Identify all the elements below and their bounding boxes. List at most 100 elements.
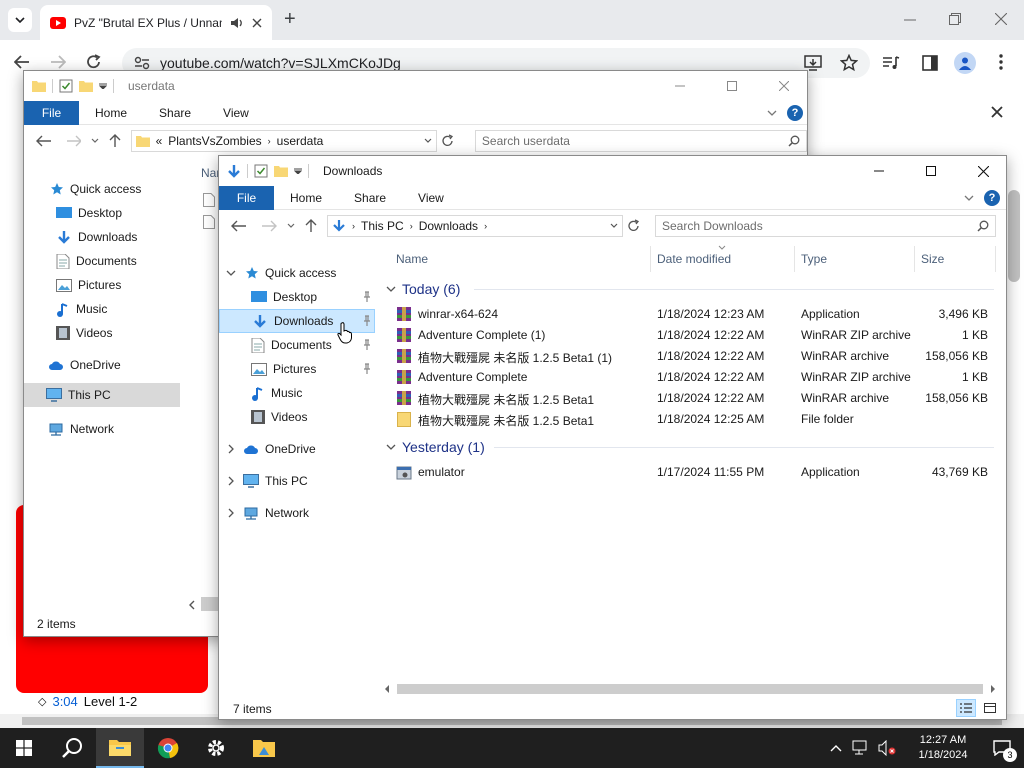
network-status-icon[interactable] (852, 740, 870, 756)
large-icons-view-button[interactable] (980, 699, 1000, 717)
file-row[interactable]: winrar-x64-624 1/18/2024 12:23 AM Applic… (384, 304, 996, 325)
ribbon-tab-share[interactable]: Share (143, 101, 207, 125)
ribbon-tab-share[interactable]: Share (338, 186, 402, 210)
kebab-menu-icon[interactable] (999, 54, 1003, 70)
recent-locations-icon[interactable] (287, 223, 295, 229)
minimize-button[interactable] (856, 156, 902, 186)
ribbon-tab-home[interactable]: Home (274, 186, 338, 210)
file-row[interactable]: 植物大戰殭屍 未名版 1.2.5 Beta1 1/18/2024 12:25 A… (384, 409, 996, 430)
chapter-timestamp[interactable]: 3:04 (52, 694, 77, 709)
back-arrow-icon[interactable] (36, 135, 52, 147)
details-view-button[interactable] (956, 699, 976, 717)
speaker-icon[interactable] (230, 17, 244, 29)
close-button[interactable] (761, 71, 807, 101)
refresh-icon[interactable] (627, 219, 641, 233)
collapsed-chevron-icon[interactable] (228, 444, 234, 454)
column-divider[interactable] (995, 246, 996, 272)
start-button[interactable] (0, 728, 48, 768)
sidebar-item-desktop[interactable]: Desktop (251, 285, 317, 309)
expand-ribbon-icon[interactable] (964, 195, 974, 201)
close-window-icon[interactable] (995, 13, 1007, 25)
sidebar-item-onedrive[interactable]: OneDrive (48, 353, 121, 377)
sidebar-item-documents[interactable]: Documents (251, 333, 332, 357)
restore-icon[interactable] (949, 13, 961, 25)
search-box[interactable]: Search userdata (474, 130, 807, 152)
help-icon[interactable]: ? (787, 104, 803, 121)
side-panel-icon[interactable] (922, 55, 938, 71)
maximize-button[interactable] (908, 156, 954, 186)
back-arrow-icon[interactable] (14, 55, 30, 69)
sidebar-item-music[interactable]: Music (56, 297, 107, 321)
up-arrow-icon[interactable] (109, 134, 121, 148)
minimize-icon[interactable] (904, 14, 916, 26)
profile-avatar[interactable] (954, 52, 976, 74)
media-control-icon[interactable] (882, 55, 900, 71)
ribbon-tab-file[interactable]: File (24, 100, 79, 125)
address-dropdown-icon[interactable] (424, 138, 432, 144)
ribbon-tab-home[interactable]: Home (79, 101, 143, 125)
reload-icon[interactable] (86, 54, 102, 70)
scroll-left-icon[interactable] (384, 685, 390, 693)
help-icon[interactable]: ? (984, 189, 1000, 206)
volume-muted-icon[interactable] (878, 740, 896, 756)
close-button[interactable] (960, 156, 1006, 186)
sidebar-item-quick-access[interactable]: Quick access (245, 261, 336, 285)
breadcrumb-separator-icon[interactable]: › (352, 221, 355, 231)
taskbar-app[interactable] (240, 728, 288, 768)
sidebar-item-music[interactable]: Music (251, 381, 302, 405)
group-header-yesterday[interactable]: Yesterday (1) (386, 436, 485, 458)
collapsed-chevron-icon[interactable] (228, 508, 234, 518)
horizontal-scrollbar[interactable] (379, 682, 1001, 696)
sidebar-item-desktop[interactable]: Desktop (56, 201, 122, 225)
refresh-icon[interactable] (441, 134, 455, 148)
address-box[interactable]: « PlantsVsZombies › userdata (130, 130, 438, 152)
ribbon-tab-view[interactable]: View (402, 186, 460, 210)
breadcrumb-separator-icon[interactable]: › (410, 221, 413, 231)
breadcrumb-plantsvszombies[interactable]: PlantsVsZombies (168, 134, 261, 148)
search-placeholder[interactable]: Search Downloads (662, 219, 763, 233)
sidebar-item-videos[interactable]: Videos (251, 405, 307, 429)
customize-toolbar-icon[interactable] (294, 168, 302, 174)
column-header-size[interactable]: Size (921, 252, 944, 266)
maximize-button[interactable] (709, 71, 755, 101)
taskbar-file-explorer[interactable] (96, 728, 144, 768)
file-row[interactable]: Adventure Complete (1) 1/18/2024 12:22 A… (384, 325, 996, 346)
breadcrumb-separator-icon[interactable]: › (484, 221, 487, 231)
bookmark-star-icon[interactable] (840, 54, 858, 72)
file-row[interactable]: emulator 1/17/2024 11:55 PM Application … (384, 462, 996, 483)
new-folder-icon[interactable] (79, 80, 93, 92)
address-box[interactable]: › This PC › Downloads › (327, 215, 623, 237)
back-arrow-icon[interactable] (231, 220, 247, 232)
column-header-date[interactable]: Date modified (657, 252, 731, 266)
sidebar-item-downloads[interactable]: Downloads (56, 225, 137, 249)
ribbon-tab-view[interactable]: View (207, 101, 265, 125)
sidebar-item-this-pc[interactable]: This PC (243, 469, 308, 493)
url-text[interactable]: youtube.com/watch?v=SJLXmCKoJDg (160, 55, 401, 71)
scroll-left-icon[interactable] (188, 600, 196, 610)
customize-toolbar-icon[interactable] (99, 83, 107, 89)
sidebar-item-onedrive[interactable]: OneDrive (243, 437, 316, 461)
expand-ribbon-icon[interactable] (767, 110, 777, 116)
minimize-button[interactable] (657, 71, 703, 101)
new-folder-icon[interactable] (274, 165, 288, 177)
pin-icon[interactable] (362, 363, 372, 375)
site-info-icon[interactable] (134, 56, 150, 70)
close-tab-icon[interactable] (252, 18, 262, 28)
browser-tab[interactable]: PvZ "Brutal EX Plus / Unnamed (40, 5, 272, 40)
search-box[interactable]: Search Downloads (655, 215, 996, 237)
dismiss-banner-icon[interactable] (991, 106, 1003, 118)
ribbon-tab-file[interactable]: File (219, 185, 274, 210)
search-button[interactable] (48, 728, 96, 768)
sidebar-item-documents[interactable]: Documents (56, 249, 137, 273)
pin-icon[interactable] (362, 291, 372, 303)
forward-arrow-icon[interactable] (66, 135, 82, 147)
sidebar-item-this-pc[interactable]: This PC (24, 383, 180, 407)
up-arrow-icon[interactable] (305, 219, 317, 233)
expanded-chevron-icon[interactable] (226, 270, 236, 276)
notification-center-button[interactable]: 3 (980, 728, 1024, 768)
column-header-name[interactable]: Name (396, 252, 428, 266)
collapsed-chevron-icon[interactable] (228, 476, 234, 486)
scroll-right-icon[interactable] (990, 685, 996, 693)
breadcrumb-overflow[interactable]: « (156, 134, 163, 148)
column-header-type[interactable]: Type (801, 252, 827, 266)
